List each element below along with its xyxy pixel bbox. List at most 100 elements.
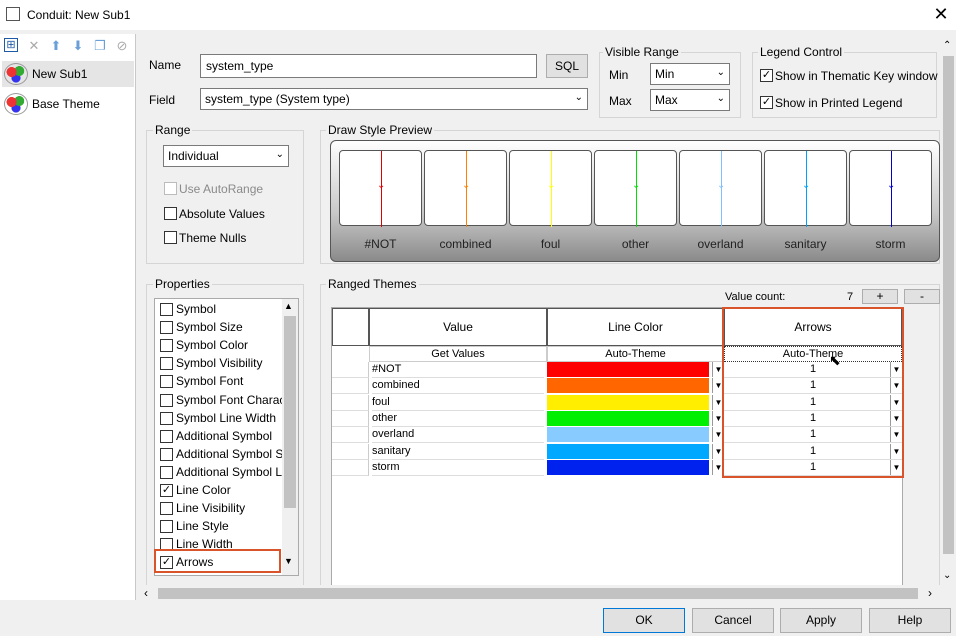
property-item[interactable]: Symbol Font (160, 373, 282, 391)
line-color-cell[interactable]: ▼ (547, 443, 724, 460)
property-checkbox[interactable]: ✓ (160, 484, 173, 497)
property-checkbox[interactable] (160, 393, 173, 407)
property-item[interactable]: Symbol Line Width (160, 410, 282, 428)
scroll-right-icon[interactable]: › (928, 586, 932, 600)
chevron-down-icon: ⌄ (275, 149, 284, 160)
name-input[interactable]: system_type (200, 54, 537, 78)
disable-icon[interactable]: ⊘ (114, 38, 130, 54)
property-item[interactable]: Additional Symbol Si (160, 446, 286, 464)
value-count-label: Value count: (725, 291, 786, 303)
value-cell[interactable]: sanitary (372, 444, 544, 460)
value-cell[interactable]: foul (372, 395, 544, 411)
value-cell[interactable]: #NOT (372, 362, 544, 378)
property-item[interactable]: Line Style (160, 518, 282, 536)
preview-label: sanitary (784, 237, 827, 251)
sql-button[interactable]: SQL (546, 54, 588, 78)
line-color-cell[interactable]: ▼ (547, 459, 724, 476)
value-column-header[interactable]: Value (369, 308, 547, 346)
line-color-cell[interactable]: ▼ (547, 410, 724, 427)
property-item[interactable]: Line Visibility (160, 500, 282, 518)
legend-control-title: Legend Control (758, 45, 845, 59)
property-item[interactable]: Additional Symbol (160, 428, 282, 446)
line-color-auto-theme-button[interactable]: Auto-Theme (547, 346, 724, 362)
property-item[interactable]: Symbol (160, 301, 282, 319)
scroll-down-icon[interactable]: ⌄ (943, 570, 951, 581)
property-item[interactable]: Symbol Color (160, 337, 282, 355)
property-checkbox[interactable] (160, 447, 173, 461)
help-button[interactable]: Help (869, 608, 951, 633)
min-select[interactable]: Min ⌄ (650, 63, 730, 85)
property-checkbox[interactable] (160, 375, 173, 389)
property-item[interactable]: Symbol Font Charact (160, 392, 289, 410)
tree-item-new-sub1[interactable]: New Sub1 (2, 61, 134, 87)
property-checkbox[interactable] (160, 502, 173, 516)
property-checkbox[interactable] (160, 411, 173, 425)
preview-label: combined (439, 237, 492, 251)
property-label: Line Style (176, 519, 229, 534)
get-values-button[interactable]: Get Values (369, 346, 547, 362)
theme-tree-pane (0, 34, 136, 600)
line-color-cell[interactable]: ▼ (547, 378, 724, 394)
value-count: 7 (847, 291, 854, 303)
max-select[interactable]: Max ⌄ (650, 89, 730, 111)
field-select[interactable]: system_type (System type) ⌄ (200, 88, 588, 110)
delete-icon[interactable]: ✕ (26, 38, 42, 54)
row-header[interactable] (332, 410, 369, 427)
tree-item-base-theme[interactable]: Base Theme (2, 91, 134, 117)
min-select-value: Min (655, 67, 675, 81)
scroll-up-icon[interactable]: ⌃ (943, 40, 951, 51)
horizontal-scroll-thumb[interactable] (158, 588, 918, 599)
property-checkbox[interactable] (160, 303, 173, 316)
property-checkbox[interactable] (160, 339, 173, 353)
line-color-cell[interactable]: ▼ (547, 362, 724, 378)
scroll-left-icon[interactable]: ‹ (144, 586, 148, 600)
theme-nulls-label: Theme Nulls (179, 231, 247, 245)
show-thematic-checkbox[interactable]: ✓ (760, 69, 773, 82)
row-header[interactable] (332, 378, 369, 395)
show-printed-checkbox[interactable]: ✓ (760, 96, 773, 109)
use-autorange-checkbox[interactable] (164, 182, 177, 195)
line-color-cell[interactable]: ▼ (547, 427, 724, 443)
line-color-cell[interactable]: ▼ (547, 394, 724, 411)
property-item[interactable]: ✓ Line Color (160, 482, 282, 500)
absolute-values-checkbox[interactable] (164, 207, 177, 220)
row-header[interactable] (332, 394, 369, 411)
theme-nulls-checkbox[interactable] (164, 231, 177, 244)
close-icon[interactable]: ✕ (930, 4, 952, 26)
cancel-button[interactable]: Cancel (692, 608, 774, 633)
arrows-highlight (154, 549, 281, 573)
row-header[interactable] (332, 443, 369, 460)
value-cell[interactable]: overland (372, 427, 544, 444)
property-item[interactable]: Symbol Size (160, 319, 282, 337)
value-cell[interactable]: other (372, 411, 544, 427)
copy-icon[interactable]: ❐ (92, 38, 108, 54)
property-checkbox[interactable] (160, 321, 173, 335)
row-header[interactable] (332, 459, 369, 476)
move-up-icon[interactable]: ⬆ (48, 38, 64, 54)
value-cell[interactable]: combined (372, 378, 544, 395)
property-item[interactable]: Symbol Visibility (160, 355, 282, 373)
properties-scroll-thumb[interactable] (284, 316, 296, 508)
apply-button[interactable]: Apply (780, 608, 862, 633)
preview-cell: ⌄ (424, 150, 507, 227)
scroll-up-icon[interactable]: ▲ (284, 301, 293, 311)
line-color-column-header[interactable]: Line Color (547, 308, 724, 346)
property-checkbox[interactable] (160, 357, 173, 371)
range-mode-value: Individual (168, 149, 219, 163)
row-header[interactable] (332, 427, 369, 444)
scroll-down-icon[interactable]: ▼ (284, 556, 293, 566)
value-cell[interactable]: storm (372, 460, 544, 476)
range-mode-select[interactable]: Individual ⌄ (163, 145, 289, 167)
add-theme-icon[interactable]: ⊞ (4, 38, 18, 52)
property-checkbox[interactable] (160, 429, 173, 443)
vertical-scroll-thumb[interactable] (943, 56, 954, 554)
remove-value-button[interactable]: - (904, 289, 940, 304)
move-down-icon[interactable]: ⬇ (70, 38, 86, 54)
preview-label: other (621, 237, 650, 251)
property-checkbox[interactable] (160, 520, 173, 534)
property-item[interactable]: Additional Symbol Li (160, 464, 285, 482)
add-value-button[interactable]: + (862, 289, 898, 304)
property-checkbox[interactable] (160, 465, 173, 479)
ok-button[interactable]: OK (603, 608, 685, 633)
row-header[interactable] (332, 362, 369, 378)
